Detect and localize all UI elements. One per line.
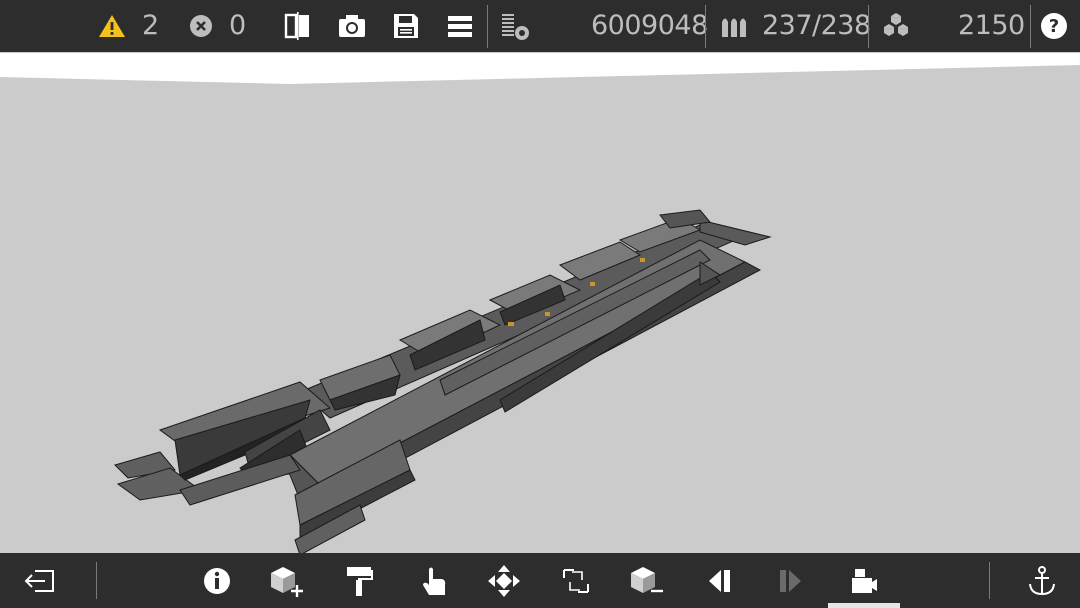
paint-roller-icon[interactable] [338, 560, 382, 602]
top-toolbar: 2 0 6009048 237/238 2150 ? [0, 0, 1080, 52]
ship-model [0, 53, 1080, 556]
warning-triangle-icon[interactable] [96, 8, 128, 44]
ship-hull [114, 219, 772, 556]
anchor-icon[interactable] [1020, 560, 1064, 602]
divider [868, 5, 869, 48]
divider [705, 5, 706, 48]
bottom-toolbar [0, 553, 1080, 608]
warnings-count: 2 [142, 10, 159, 41]
camera-view-icon[interactable] [842, 560, 886, 602]
save-icon[interactable] [388, 8, 424, 44]
next-icon[interactable] [768, 560, 812, 602]
menu-icon[interactable] [442, 8, 478, 44]
blocks-value: 2150 [958, 10, 1025, 41]
divider [487, 5, 488, 48]
divider [1030, 5, 1031, 48]
info-icon[interactable] [195, 560, 239, 602]
ammo-icon [716, 8, 752, 44]
ground-plane-edge [0, 53, 1080, 84]
cubes-icon [878, 8, 914, 44]
remove-block-icon[interactable] [625, 560, 669, 602]
add-block-icon[interactable] [265, 560, 309, 602]
stats-icon[interactable] [497, 8, 533, 44]
camera-icon[interactable] [334, 8, 370, 44]
exit-icon[interactable] [18, 560, 62, 602]
divider [989, 562, 990, 599]
prev-icon[interactable] [698, 560, 742, 602]
errors-count: 0 [229, 10, 246, 41]
help-label: ? [1049, 16, 1059, 37]
error-circle-icon[interactable] [186, 8, 216, 44]
resize-icon[interactable] [554, 560, 598, 602]
hand-pointer-icon[interactable] [412, 560, 456, 602]
cost-value: 6009048 [591, 10, 708, 41]
3d-viewport[interactable] [0, 52, 1080, 556]
active-tab-indicator [828, 603, 900, 608]
help-icon[interactable]: ? [1038, 8, 1070, 44]
ammo-value: 237/238 [762, 10, 871, 41]
divider [96, 562, 97, 599]
move-icon[interactable] [482, 560, 526, 602]
mirror-icon[interactable] [280, 8, 316, 44]
